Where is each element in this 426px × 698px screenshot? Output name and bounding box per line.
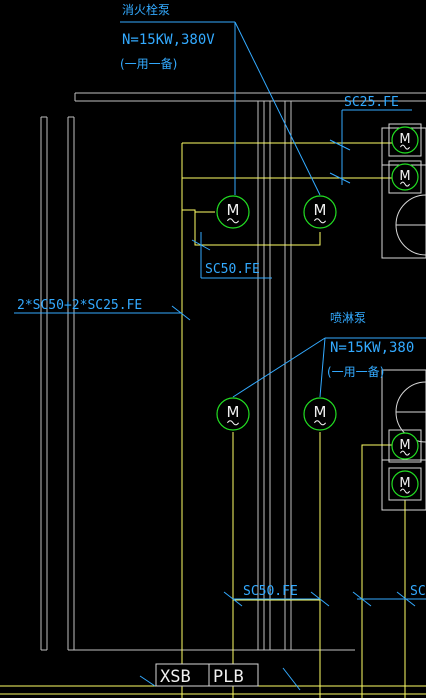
conduit-label-bottom-right: SC: [410, 584, 426, 599]
annotation-text: 消火栓泵 N=15KW,380V (一用一备) SC25.FE SC50.FE …: [17, 2, 426, 599]
sprinkler-pump-mode: (一用一备): [327, 365, 384, 379]
motor-sprinkler-1: M: [216, 397, 250, 431]
electrical-pump-diagram: 消火栓泵 N=15KW,380V (一用一备) SC25.FE SC50.FE …: [0, 2, 426, 698]
power-wiring: [0, 142, 426, 698]
hydrant-pump-rating: N=15KW,380V: [122, 32, 215, 48]
motor-symbol-label: M: [227, 201, 240, 219]
motor-symbol-label: M: [399, 169, 410, 184]
motor-symbol-label: M: [399, 132, 410, 147]
annotation-leaders: [14, 21, 426, 691]
motor-symbol-label: M: [314, 201, 327, 219]
motor-sprinkler-2: M: [303, 397, 337, 431]
conduit-label-top-right: SC25.FE: [344, 95, 399, 110]
motor-symbol-label: M: [399, 438, 410, 453]
conduit-label-upper-motors: SC50.FE: [205, 262, 260, 277]
motor-symbol-label: M: [399, 476, 410, 491]
conduit-label-lower-motors: SC50.FE: [243, 584, 298, 599]
sprinkler-pump-rating: N=15KW,380: [330, 340, 414, 356]
sprinkler-pump-title: 喷淋泵: [330, 311, 366, 325]
motor-box-1: M: [388, 123, 422, 157]
motor-symbols: M M M M M M M M: [216, 123, 422, 501]
motor-box-3: M: [388, 429, 422, 463]
hydrant-pump-mode: (一用一备): [120, 57, 177, 71]
motor-hydrant-2: M: [303, 195, 337, 229]
motor-box-2: M: [388, 160, 422, 194]
motor-symbol-label: M: [227, 403, 240, 421]
conduit-label-left-trunk: 2*SC50+2*SC25.FE: [17, 298, 142, 313]
motor-hydrant-1: M: [216, 195, 250, 229]
panel-plb-label: PLB: [213, 667, 244, 687]
motor-box-4: M: [388, 467, 422, 501]
hydrant-pump-title: 消火栓泵: [122, 2, 170, 17]
panel-box: XSB PLB: [155, 663, 259, 687]
panel-xsb-label: XSB: [160, 667, 191, 687]
motor-symbol-label: M: [314, 403, 327, 421]
